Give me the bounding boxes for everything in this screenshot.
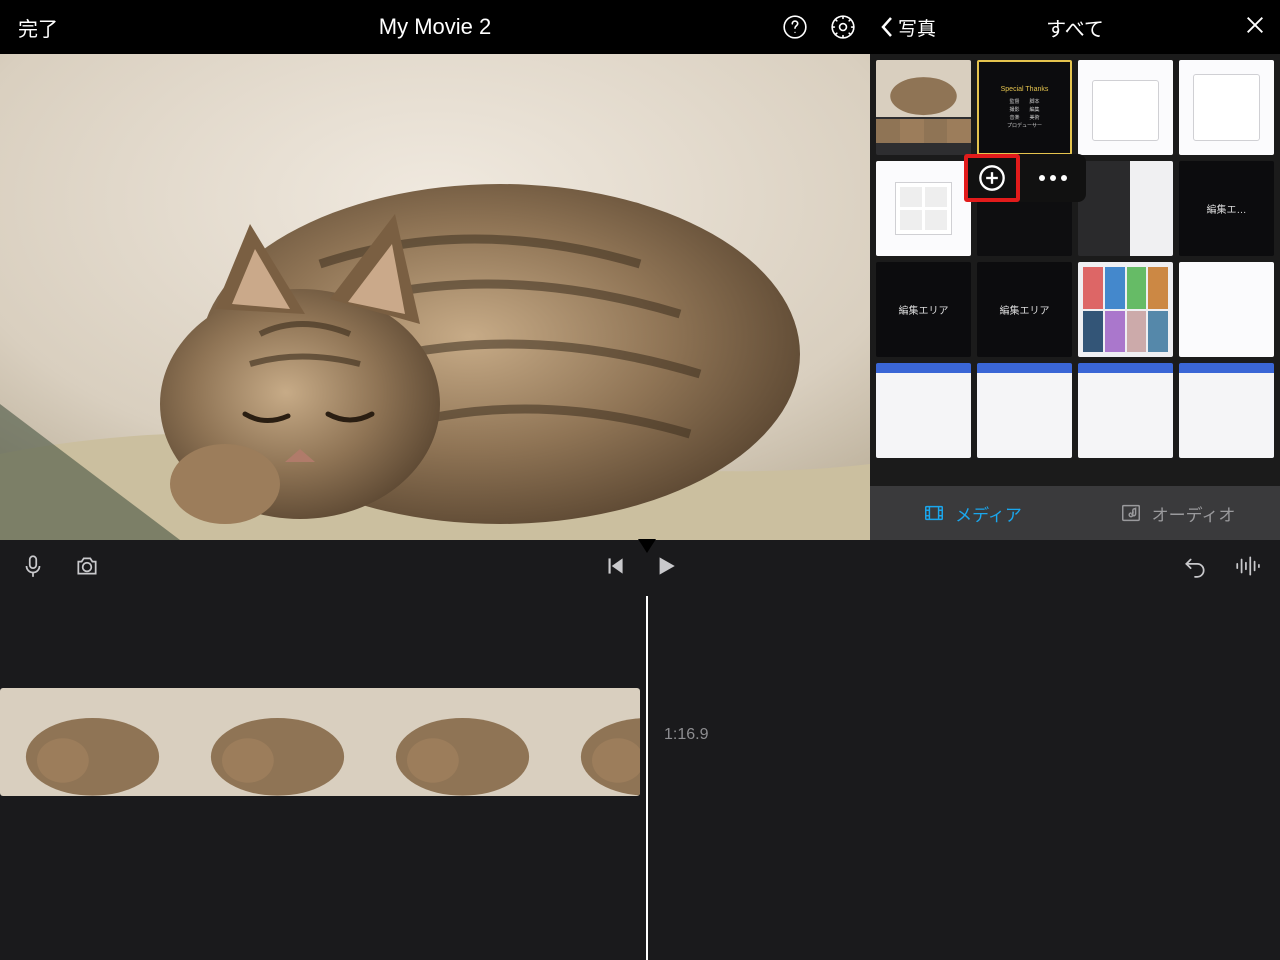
media-thumb[interactable] bbox=[1179, 262, 1274, 357]
preview-frame-image bbox=[0, 54, 870, 540]
media-thumb[interactable] bbox=[1078, 363, 1173, 458]
playhead-line[interactable] bbox=[646, 596, 648, 960]
media-tab-bar: メディア オーディオ bbox=[870, 486, 1280, 540]
insert-add-button[interactable] bbox=[964, 154, 1020, 202]
clip-duration-label: 1:16.9 bbox=[664, 726, 708, 744]
media-thumb[interactable] bbox=[1078, 262, 1173, 357]
media-browser-title: すべて bbox=[1046, 13, 1104, 42]
settings-gear-icon[interactable] bbox=[828, 12, 858, 42]
media-thumb[interactable] bbox=[1179, 60, 1274, 155]
media-thumb[interactable] bbox=[876, 60, 971, 155]
done-button[interactable]: 完了 bbox=[0, 13, 58, 42]
insert-more-button[interactable] bbox=[1020, 175, 1086, 181]
tab-media[interactable]: メディア bbox=[870, 486, 1075, 540]
playback-toolbar bbox=[0, 540, 1280, 596]
media-thumb[interactable] bbox=[1078, 161, 1173, 256]
camera-icon[interactable] bbox=[74, 553, 100, 584]
skip-start-icon[interactable] bbox=[602, 553, 628, 584]
media-close-button[interactable] bbox=[1244, 14, 1266, 41]
media-thumb-selected[interactable]: Special Thanks 監督 脚本撮影 編集音楽 美術プロデューサー bbox=[977, 60, 1072, 155]
media-thumb[interactable] bbox=[1179, 363, 1274, 458]
media-browser-panel: 写真 すべて Special Thanks 監督 脚本撮影 編集音楽 美術プロデ… bbox=[870, 0, 1280, 540]
voiceover-mic-icon[interactable] bbox=[20, 553, 46, 584]
playhead-marker-icon bbox=[638, 539, 656, 553]
timeline[interactable]: 1:16.9 bbox=[0, 596, 1280, 960]
tab-audio[interactable]: オーディオ bbox=[1075, 486, 1280, 540]
media-thumb[interactable] bbox=[876, 161, 971, 256]
audio-waveform-icon[interactable] bbox=[1234, 553, 1260, 584]
media-thumb[interactable]: 編集エ… bbox=[1179, 161, 1274, 256]
media-thumb[interactable] bbox=[977, 363, 1072, 458]
project-title: My Movie 2 bbox=[0, 14, 870, 40]
video-preview[interactable] bbox=[0, 54, 870, 540]
media-thumbnail-grid: Special Thanks 監督 脚本撮影 編集音楽 美術プロデューサー 編集… bbox=[870, 54, 1280, 486]
media-thumb[interactable]: 編集エリア bbox=[876, 262, 971, 357]
play-icon[interactable] bbox=[652, 553, 678, 584]
help-icon[interactable] bbox=[780, 12, 810, 42]
insert-popover bbox=[966, 154, 1086, 202]
media-thumb[interactable]: 編集エリア bbox=[977, 262, 1072, 357]
media-back-button[interactable]: 写真 bbox=[878, 14, 936, 41]
undo-icon[interactable] bbox=[1182, 553, 1208, 584]
timeline-clip[interactable] bbox=[0, 688, 640, 796]
media-thumb[interactable] bbox=[1078, 60, 1173, 155]
media-thumb[interactable] bbox=[876, 363, 971, 458]
media-browser-header: 写真 すべて bbox=[870, 0, 1280, 54]
media-back-label: 写真 bbox=[898, 14, 936, 41]
editor-topbar: 完了 My Movie 2 bbox=[0, 0, 870, 54]
